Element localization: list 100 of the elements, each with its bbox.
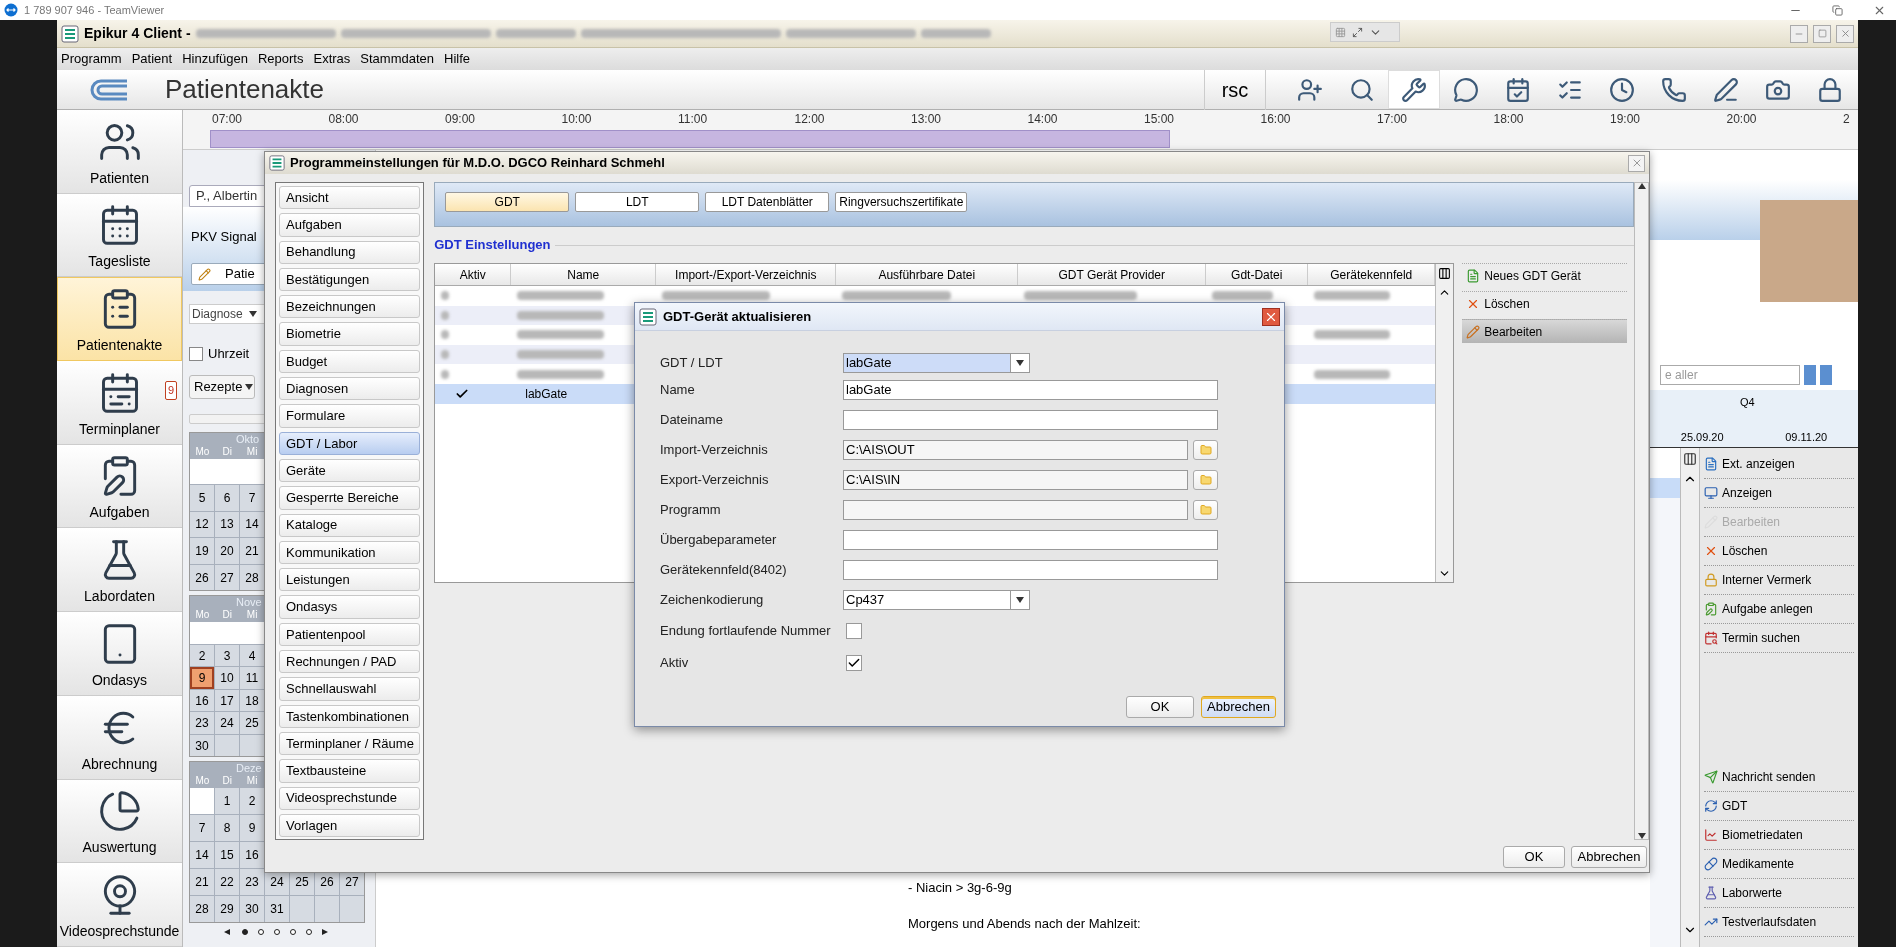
nav-item[interactable]: Patienten	[57, 110, 182, 194]
category-item[interactable]: Biometrie	[279, 322, 421, 346]
action-item[interactable]: Ext. anzeigen	[1704, 450, 1854, 479]
category-item[interactable]: Kommunikation	[279, 540, 421, 565]
menu-item[interactable]: Programm	[61, 49, 122, 69]
calendar-day[interactable]: 31	[265, 896, 289, 923]
category-item[interactable]: Rechnungen / PAD	[279, 650, 421, 674]
nav-item[interactable]: Ondasys	[57, 612, 182, 696]
action-button[interactable]: Neues GDT Gerät	[1462, 263, 1628, 287]
calendar-day[interactable]: 28	[190, 896, 214, 923]
calendar-day[interactable]: 29	[215, 896, 239, 923]
calendar-day[interactable]: 23	[240, 869, 264, 896]
calendar-day[interactable]: 13	[215, 511, 239, 538]
category-item[interactable]: Tastenkombinationen	[279, 704, 421, 728]
category-item[interactable]: GDT / Labor	[279, 431, 421, 455]
toolbar-button[interactable]	[1388, 70, 1440, 109]
calendar-day[interactable]: 8	[215, 815, 239, 842]
nav-item[interactable]: Aufgaben	[57, 444, 182, 529]
dialog-button[interactable]: Abbrechen	[1201, 696, 1276, 718]
action-item[interactable]: Medikamente	[1704, 850, 1854, 879]
calendar-day[interactable]: 20	[215, 538, 239, 564]
calendar-day[interactable]: 26	[190, 564, 214, 591]
menu-item[interactable]: Extras	[313, 49, 351, 69]
dialog-button[interactable]: Abbrechen	[1571, 846, 1647, 868]
category-item[interactable]: Videosprechstunde	[279, 786, 421, 810]
action-item[interactable]: Testverlaufsdaten	[1704, 908, 1854, 937]
calendar-day[interactable]: 4	[240, 644, 264, 667]
tab[interactable]: GDT	[445, 192, 570, 212]
action-button[interactable]: Bearbeiten	[1462, 319, 1628, 343]
calendar-day[interactable]: 7	[190, 815, 214, 842]
columns-icon[interactable]	[1683, 452, 1697, 466]
text-field[interactable]	[843, 560, 1218, 580]
action-item[interactable]: Aufgabe anlegen	[1704, 595, 1854, 624]
calendar-day[interactable]: 5	[190, 485, 214, 511]
calendar-day[interactable]: 6	[215, 485, 239, 511]
calendar-day[interactable]: 17	[215, 689, 239, 712]
calendar-day[interactable]: 18	[240, 689, 264, 712]
calendar-day[interactable]: 14	[190, 842, 214, 869]
calendar-day[interactable]: 30	[240, 896, 264, 923]
category-item[interactable]: Ondasys	[279, 595, 421, 619]
checkbox[interactable]	[846, 655, 862, 671]
calendar-day[interactable]: 9	[240, 815, 264, 842]
calendar-day[interactable]: 25	[240, 712, 264, 734]
calendar-day[interactable]: 2	[190, 644, 214, 667]
tab[interactable]: Ringversuchszertifikate	[835, 192, 968, 212]
category-item[interactable]: Geräte	[279, 458, 421, 483]
category-item[interactable]: Textbausteine	[279, 759, 421, 783]
category-item[interactable]: Diagnosen	[279, 377, 421, 401]
action-item[interactable]: GDT	[1704, 792, 1854, 821]
calendar-day[interactable]: 3	[215, 644, 239, 667]
calendar-day[interactable]: 27	[215, 564, 239, 591]
calendar-day[interactable]: 19	[190, 538, 214, 564]
action-item[interactable]: Interner Vermerk	[1704, 566, 1854, 595]
restore-icon[interactable]	[1832, 4, 1843, 16]
category-item[interactable]: Aufgaben	[279, 213, 421, 237]
path-field[interactable]: C:\AIS\OUT	[843, 440, 1188, 460]
calendar-day[interactable]: 30	[190, 734, 214, 757]
calendar-day[interactable]: 24	[215, 712, 239, 734]
action-item[interactable]: Biometriedaten	[1704, 821, 1854, 850]
calendar-day[interactable]: 9	[190, 667, 214, 690]
category-item[interactable]: Kataloge	[279, 513, 421, 537]
menu-item[interactable]: Hinzufügen	[182, 49, 248, 69]
calendar-day[interactable]: 1	[215, 788, 239, 815]
path-field[interactable]: C:\AIS\IN	[843, 470, 1188, 490]
category-item[interactable]: Bezeichnungen	[279, 295, 421, 319]
action-item[interactable]: Nachricht senden	[1704, 763, 1854, 792]
action-item[interactable]: Löschen	[1704, 537, 1854, 566]
nav-item[interactable]: Patientenakte	[57, 277, 182, 362]
calendar-day[interactable]: 28	[240, 564, 264, 591]
calendar-day[interactable]: 16	[190, 689, 214, 712]
combo-box[interactable]: labGate	[843, 352, 1030, 373]
action-item[interactable]: Termin suchen	[1704, 624, 1854, 653]
category-item[interactable]: Terminplaner / Räume	[279, 731, 421, 756]
dialog-button[interactable]: OK	[1126, 696, 1194, 718]
text-field[interactable]	[843, 530, 1218, 550]
nav-item[interactable]: Tagesliste	[57, 193, 182, 278]
calendar-day[interactable]: 23	[190, 712, 214, 734]
category-item[interactable]: Gesperrte Bereiche	[279, 486, 421, 510]
nav-item[interactable]: Videosprechstunde	[57, 863, 182, 947]
checkbox[interactable]	[846, 623, 862, 639]
action-item[interactable]: Anzeigen	[1704, 479, 1854, 508]
category-item[interactable]: Budget	[279, 349, 421, 374]
checkbox[interactable]	[189, 346, 203, 361]
tab[interactable]: LDT Datenblätter	[705, 192, 830, 212]
combo-box[interactable]: Cp437	[843, 590, 1030, 610]
calendar-day[interactable]: 16	[240, 842, 264, 869]
calendar-day[interactable]: 15	[215, 842, 239, 869]
category-item[interactable]: Leistungen	[279, 568, 421, 592]
calendar-day[interactable]: 10	[215, 667, 239, 690]
path-field[interactable]	[843, 500, 1188, 520]
category-item[interactable]: Patientenpool	[279, 622, 421, 647]
action-button[interactable]: Löschen	[1462, 291, 1628, 315]
calendar-day[interactable]: 11	[240, 667, 264, 690]
category-item[interactable]: Vorlagen	[279, 813, 421, 838]
nav-item[interactable]: Auswertung	[57, 779, 182, 864]
menu-item[interactable]: Stammdaten	[360, 49, 435, 69]
calendar-day[interactable]: 2	[240, 788, 264, 815]
category-item[interactable]: Ansicht	[279, 186, 421, 210]
menu-item[interactable]: Hilfe	[444, 49, 471, 69]
text-field[interactable]: labGate	[843, 380, 1218, 400]
